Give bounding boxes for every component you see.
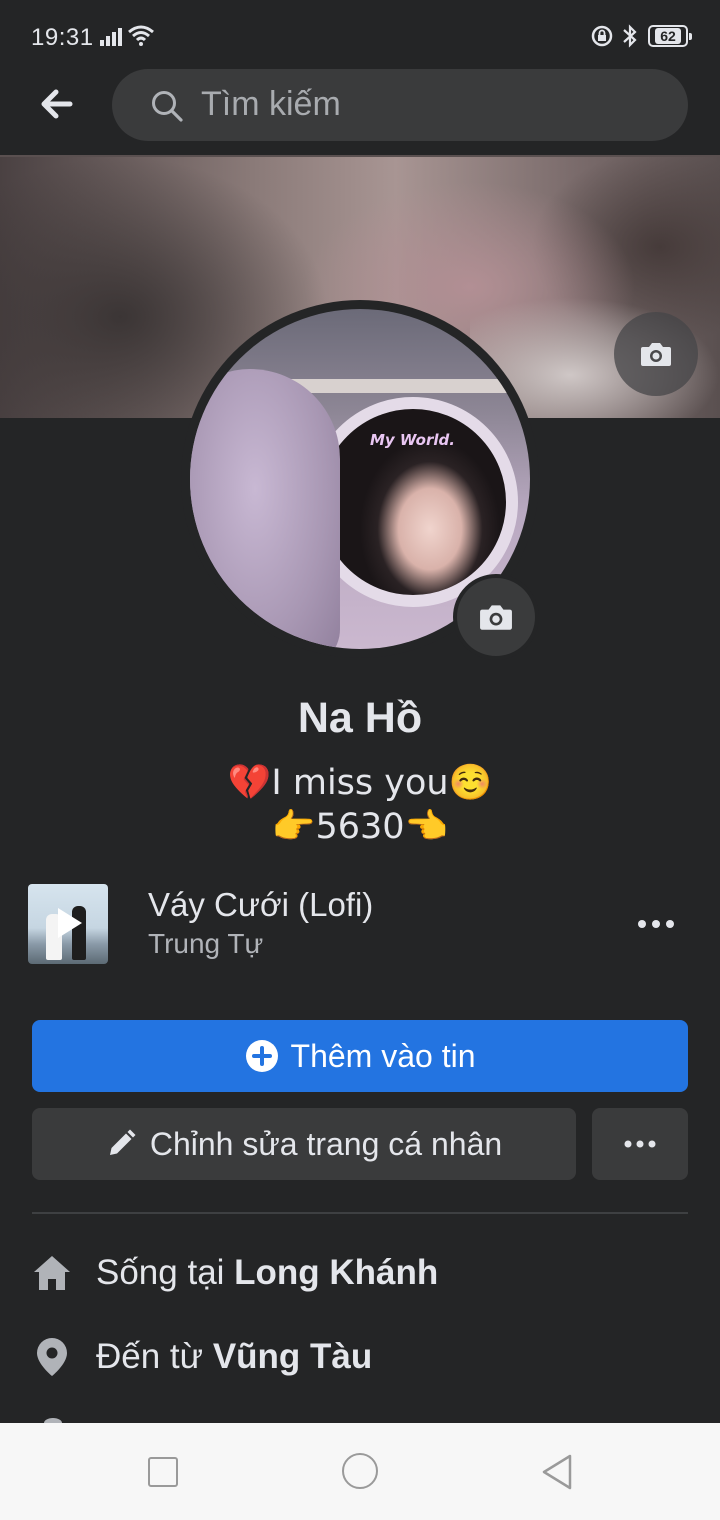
- home-button[interactable]: [342, 1453, 378, 1489]
- music-artist: Trung Tự: [148, 928, 264, 959]
- add-story-label: Thêm vào tin: [290, 1037, 476, 1074]
- signal-icon: [100, 28, 122, 46]
- back-arrow-icon: [41, 89, 73, 119]
- info-place: Long Khánh: [234, 1253, 439, 1292]
- more-options-button[interactable]: [592, 1108, 688, 1180]
- info-text: Sống tại Long Khánh: [96, 1253, 439, 1292]
- divider: [32, 1212, 688, 1214]
- music-title[interactable]: Váy Cưới (Lofi): [148, 886, 373, 924]
- status-time: 19:31: [31, 24, 94, 51]
- bio-line: 👉5630👈: [271, 807, 449, 847]
- rotation-lock-icon: [591, 25, 613, 47]
- info-place: Vũng Tàu: [212, 1337, 373, 1376]
- music-more-button[interactable]: [630, 906, 682, 942]
- status-bar: 19:31 62: [0, 0, 720, 70]
- bluetooth-icon: [623, 24, 637, 48]
- plus-circle-icon: [245, 1040, 278, 1072]
- location-pin-icon: [32, 1337, 72, 1377]
- add-story-button[interactable]: Thêm vào tin: [32, 1020, 688, 1092]
- search-placeholder: Tìm kiếm: [201, 85, 341, 123]
- wifi-icon: [128, 25, 154, 46]
- camera-icon: [641, 343, 671, 366]
- battery-level: 62: [655, 28, 681, 44]
- edit-profile-button[interactable]: Chỉnh sửa trang cá nhân: [32, 1108, 576, 1180]
- play-icon: [58, 908, 82, 938]
- system-nav-bar: [0, 1423, 720, 1520]
- info-text: Đến từ Vũng Tàu: [96, 1337, 373, 1376]
- avatar-camera-button[interactable]: [453, 574, 539, 660]
- search-input[interactable]: Tìm kiếm: [112, 69, 688, 141]
- battery-icon: 62: [648, 25, 692, 47]
- music-thumbnail[interactable]: [28, 884, 108, 964]
- profile-name: Na Hồ: [297, 694, 423, 742]
- pencil-icon: [109, 1129, 136, 1155]
- avatar-overlay-text: My World.: [370, 431, 455, 449]
- more-icon: [624, 1140, 656, 1148]
- edit-profile-label: Chỉnh sửa trang cá nhân: [149, 1125, 503, 1162]
- cover-camera-button[interactable]: [614, 312, 698, 396]
- recents-button[interactable]: [148, 1457, 178, 1487]
- search-icon: [152, 91, 183, 122]
- bio-line: 💔I miss you☺️: [227, 763, 493, 803]
- info-row-lives-in: Sống tại Long Khánh: [32, 1245, 688, 1301]
- camera-icon: [480, 605, 512, 630]
- home-icon: [32, 1253, 72, 1293]
- info-row-from: Đến từ Vũng Tàu: [32, 1329, 688, 1385]
- more-icon: [638, 920, 674, 928]
- back-button[interactable]: [32, 80, 80, 128]
- back-triangle-icon[interactable]: [540, 1453, 574, 1491]
